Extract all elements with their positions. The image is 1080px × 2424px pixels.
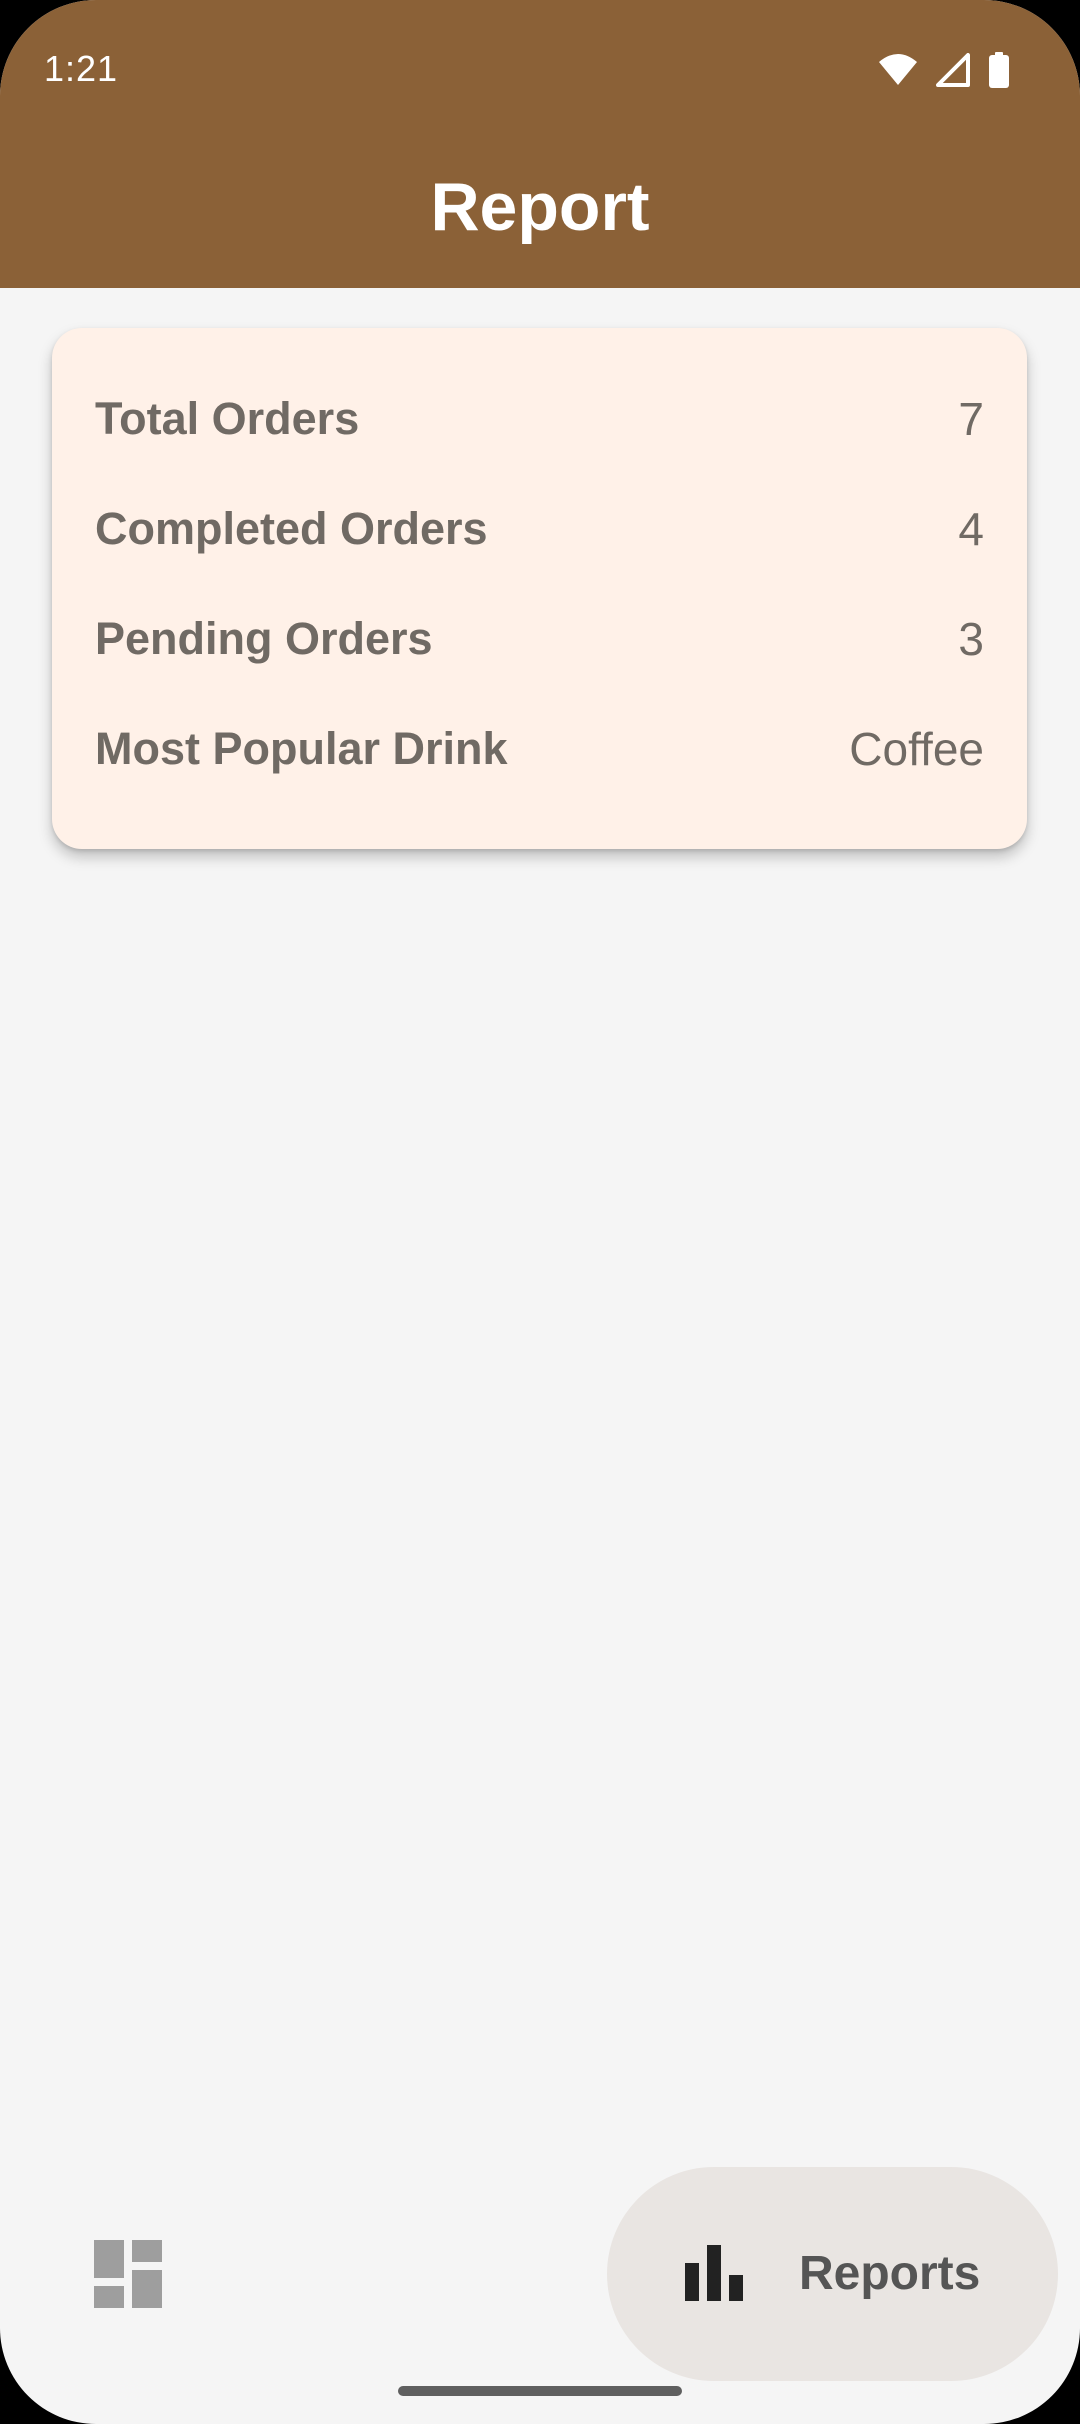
- stat-row-pending-orders: Pending Orders 3: [95, 604, 984, 674]
- stat-value: 7: [958, 393, 984, 445]
- stat-label: Completed Orders: [95, 503, 488, 554]
- stat-value: 4: [958, 503, 984, 555]
- stat-label: Most Popular Drink: [95, 723, 508, 774]
- nav-item-dashboard[interactable]: [94, 2240, 162, 2308]
- stat-row-total-orders: Total Orders 7: [95, 384, 984, 454]
- stat-label: Pending Orders: [95, 613, 433, 664]
- stat-value: Coffee: [849, 723, 984, 775]
- home-indicator[interactable]: [398, 2386, 682, 2396]
- nav-item-reports[interactable]: Reports: [607, 2167, 1058, 2381]
- summary-card: Total Orders 7 Completed Orders 4 Pendin…: [52, 328, 1027, 849]
- wifi-icon: [879, 54, 917, 85]
- stat-row-most-popular-drink: Most Popular Drink Coffee: [95, 714, 984, 784]
- status-icons: [878, 52, 1010, 88]
- page-title: Report: [430, 169, 650, 245]
- bar-chart-icon: [685, 2245, 743, 2301]
- dashboard-icon: [94, 2240, 162, 2308]
- stat-row-completed-orders: Completed Orders 4: [95, 494, 984, 564]
- app-header: 1:21 Report: [0, 0, 1080, 288]
- cellular-signal-icon: [936, 53, 970, 87]
- nav-item-label: Reports: [799, 2247, 981, 2300]
- stat-label: Total Orders: [95, 393, 360, 444]
- app-screen: 1:21 Report Total Orders 7 Completed Ord…: [0, 0, 1080, 2424]
- status-time: 1:21: [44, 48, 119, 89]
- battery-icon: [989, 52, 1009, 88]
- stat-value: 3: [958, 613, 984, 665]
